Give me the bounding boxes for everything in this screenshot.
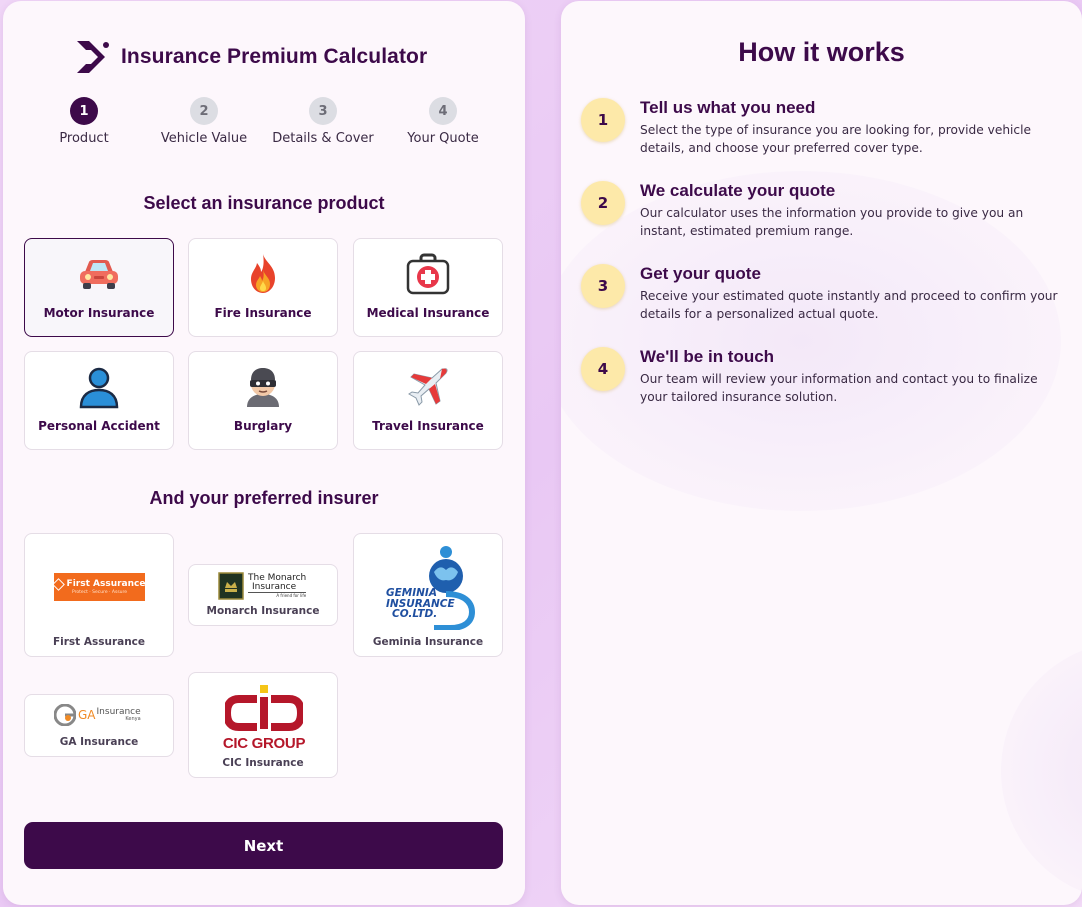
product-fire-insurance[interactable]: Fire Insurance: [188, 238, 338, 337]
first-assurance-logo: First Assurance Protect · Secure · Assur…: [51, 573, 146, 601]
how-step-body: Receive your estimated quote instantly a…: [640, 289, 1058, 321]
product-label: Personal Accident: [38, 419, 160, 433]
monarch-crest-icon: [218, 572, 244, 600]
step-number: 3: [309, 97, 337, 125]
insurer-name: GA Insurance: [59, 736, 139, 748]
ga-logo: GA Insurance Kenya: [54, 703, 148, 727]
product-motor-insurance[interactable]: Motor Insurance: [24, 238, 174, 337]
next-button[interactable]: Next: [24, 822, 503, 869]
monarch-logo: The Monarch Insurance A friend for life: [218, 571, 310, 601]
how-step-body: Our team will review your information an…: [640, 372, 1038, 404]
ga-emblem-icon: [54, 704, 76, 726]
logo-tagline: A friend for life: [276, 593, 307, 598]
product-burglary[interactable]: Burglary: [188, 351, 338, 450]
how-it-works-title: How it works: [738, 37, 905, 67]
how-step-number: 4: [581, 347, 625, 391]
product-label: Travel Insurance: [372, 419, 484, 433]
step-label: Your Quote: [407, 131, 479, 146]
logo-tagline: Protect · Secure · Assure: [71, 590, 128, 595]
step-number: 2: [190, 97, 218, 125]
step-product[interactable]: 1 Product: [24, 97, 144, 146]
insurers-title: And your preferred insurer: [149, 488, 379, 508]
cic-logo-icon: [225, 685, 303, 731]
calculator-card: Insurance Premium Calculator 1 Product 2…: [3, 1, 525, 905]
product-personal-accident[interactable]: Personal Accident: [24, 351, 174, 450]
how-step-number: 3: [581, 264, 625, 308]
product-travel-insurance[interactable]: Travel Insurance: [353, 351, 503, 450]
insurer-name: First Assurance: [52, 636, 146, 648]
product-label: Burglary: [233, 419, 293, 433]
product-medical-insurance[interactable]: Medical Insurance: [353, 238, 503, 337]
insurer-monarch-insurance[interactable]: The Monarch Insurance A friend for life …: [188, 564, 338, 626]
logo-text-1: GA: [78, 708, 96, 722]
product-label: Medical Insurance: [366, 306, 490, 320]
car-icon: [80, 260, 118, 289]
step-label: Vehicle Value: [160, 131, 248, 146]
how-step-title: We calculate your quote: [640, 181, 836, 200]
step-vehicle-value[interactable]: 2 Vehicle Value: [144, 97, 264, 146]
brand-header: Insurance Premium Calculator: [75, 39, 427, 75]
step-label: Details & Cover: [272, 131, 374, 146]
step-your-quote[interactable]: 4 Your Quote: [383, 97, 503, 146]
insurer-name: Geminia Insurance: [372, 636, 484, 648]
how-step-title: Get your quote: [640, 264, 761, 283]
insurer-ga-insurance[interactable]: GA Insurance Kenya GA Insurance: [24, 694, 174, 757]
how-step-body: Our calculator uses the information you …: [640, 206, 1024, 238]
logo-text: First Assurance: [66, 579, 146, 589]
step-label: Product: [59, 131, 109, 146]
burglar-icon: [247, 368, 279, 407]
background-decoration: [1001, 641, 1082, 901]
product-label: Fire Insurance: [214, 306, 312, 320]
logo-text: CIC GROUP: [222, 735, 306, 752]
fire-icon: [251, 254, 275, 293]
products-title: Select an insurance product: [143, 193, 385, 213]
brand-logo-icon: [77, 41, 109, 73]
insurer-geminia-insurance[interactable]: GEMINIA INSURANCE CO.LTD. Geminia Insura…: [353, 533, 503, 657]
how-step-number: 2: [581, 181, 625, 225]
how-step-title: We'll be in touch: [640, 347, 775, 366]
logo-text-1: GEMINIA: [386, 587, 437, 599]
airplane-icon: [408, 368, 448, 406]
step-details-cover[interactable]: 3 Details & Cover: [263, 97, 383, 146]
insurer-name: CIC Insurance: [222, 757, 304, 769]
step-number: 1: [70, 97, 98, 125]
insurer-cic-insurance[interactable]: CIC GROUP CIC Insurance: [188, 672, 338, 778]
progress-stepper: 1 Product 2 Vehicle Value 3 Details & Co…: [3, 97, 525, 149]
insurer-first-assurance[interactable]: First Assurance Protect · Secure · Assur…: [24, 533, 174, 657]
page-title: Insurance Premium Calculator: [121, 45, 428, 68]
geminia-logo-text: GEMINIA INSURANCE CO.LTD.: [386, 588, 476, 620]
logo-text-3: Kenya: [125, 716, 141, 722]
step-number: 4: [429, 97, 457, 125]
how-step-body: Select the type of insurance you are loo…: [640, 123, 1032, 155]
person-icon: [79, 367, 119, 409]
first-aid-kit-icon: [406, 253, 450, 295]
product-label: Motor Insurance: [43, 306, 155, 320]
how-step-title: Tell us what you need: [640, 98, 816, 117]
diamond-icon: [51, 577, 65, 591]
how-step-number: 1: [581, 98, 625, 142]
how-it-works-card: How it works 1 Tell us what you need Sel…: [561, 1, 1082, 905]
insurer-name: Monarch Insurance: [206, 605, 320, 617]
logo-text-2: Insurance: [248, 583, 307, 593]
logo-text-3: CO.LTD.: [392, 608, 438, 620]
